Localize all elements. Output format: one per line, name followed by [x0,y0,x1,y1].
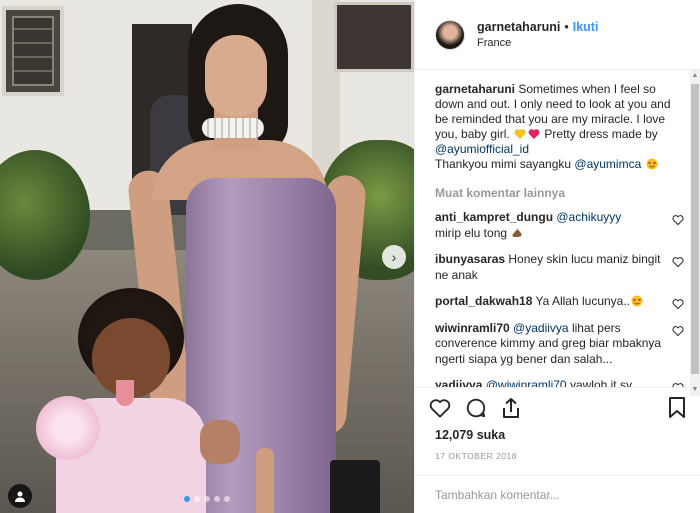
comment-username[interactable]: ibunyasaras [435,252,505,266]
comment-icon[interactable] [465,397,487,419]
heart-eyes-icon [646,158,658,170]
comment-item: portal_dakwah18 Ya Allah lucunya.. [435,294,686,310]
comment-username[interactable]: portal_dakwah18 [435,294,532,308]
post-location[interactable]: France [477,37,598,49]
heart-icon[interactable] [672,256,684,268]
heart-eyes-icon [631,295,643,307]
carousel-dot [214,496,220,502]
post-header-row: garnetaharuni • Ikuti [477,20,598,34]
post-header: garnetaharuni • Ikuti France [415,0,700,70]
post-date: 17 OKTOBER 2018 [435,451,517,461]
scroll-down-arrow-icon[interactable]: ▼ [691,385,699,395]
carousel-dot [224,496,230,502]
photo-window-left [2,6,64,96]
heart-icon[interactable] [672,298,684,310]
heart-icon[interactable] [429,398,451,418]
comments-list[interactable]: garnetaharuni Sometimes when I feel so d… [415,70,700,387]
heart-icon[interactable] [672,382,684,387]
add-comment-bar [415,475,700,513]
caption-mention[interactable]: @ayumimca [574,157,641,171]
heart-icon[interactable] [672,325,684,337]
photo-woman-face [205,35,267,117]
scroll-up-arrow-icon[interactable]: ▲ [691,71,699,81]
post-username[interactable]: garnetaharuni [477,20,560,34]
post-photo[interactable]: › [0,0,414,513]
photo-pearl-choker [202,118,264,138]
bookmark-icon[interactable] [668,396,686,419]
red-heart-icon [528,129,540,139]
comment-item: yadiivya @wiwinramli70 yawloh it sy kome… [435,378,686,387]
post-header-info: garnetaharuni • Ikuti France [477,20,598,49]
comment-username[interactable]: yadiivya [435,378,482,387]
comment-text: Ya Allah lucunya.. [535,294,631,308]
poop-emoji-icon [512,227,522,237]
carousel-dot [194,496,200,502]
comment-item: wiwinramli70 @yadiivya lihat pers conver… [435,321,686,368]
comment-username[interactable]: wiwinramli70 [435,321,510,335]
instagram-post: › garnetaharuni • Ikuti France garnetaha… [0,0,700,513]
chevron-right-icon[interactable]: › [382,245,406,269]
yellow-heart-icon [514,129,526,139]
photo-child-tongue [116,380,134,406]
scrollbar-thumb[interactable] [691,84,699,374]
avatar[interactable] [435,19,465,50]
post-actions [415,387,700,427]
comment-text: mirip elu tong [435,225,508,240]
comment-mention[interactable]: @achikuyyy [556,210,621,224]
comment-item: ibunyasaras Honey skin lucu maniz bingit… [435,252,686,283]
post-caption: garnetaharuni Sometimes when I feel so d… [435,82,686,172]
likes-count[interactable]: 12,079 suka [415,428,700,442]
caption-text-dress: Pretty dress made by [544,127,658,141]
photo-child-ruffle [36,396,100,460]
caption-text-thanks: Thankyou mimi sayangku [435,157,572,171]
caption-mention[interactable]: @ayumiofficial_id [435,142,529,156]
comment-mention[interactable]: @wiwinramli70 [486,378,567,387]
photo-lavender-dress [186,178,336,513]
carousel-indicator [0,496,414,502]
photo-handbag [330,460,380,513]
load-more-comments[interactable]: Muat komentar lainnya [435,186,686,200]
carousel-dot [184,496,190,502]
post-side-panel: garnetaharuni • Ikuti France garnetaharu… [414,0,700,513]
carousel-dot [204,496,210,502]
comment-mention[interactable]: @yadiivya [513,321,569,335]
add-comment-input[interactable] [435,487,680,502]
comment-username[interactable]: anti_kampret_dungu [435,210,553,224]
photo-holding-hands [200,420,240,464]
share-icon[interactable] [501,397,521,419]
photo-window-right [334,2,414,72]
follow-button[interactable]: Ikuti [573,20,599,34]
caption-username[interactable]: garnetaharuni [435,82,515,96]
heart-icon[interactable] [672,214,684,226]
user-tag-icon[interactable] [8,484,32,508]
comment-item: anti_kampret_dungu @achikuyyy mirip elu … [435,210,686,241]
header-separator: • [564,20,569,34]
